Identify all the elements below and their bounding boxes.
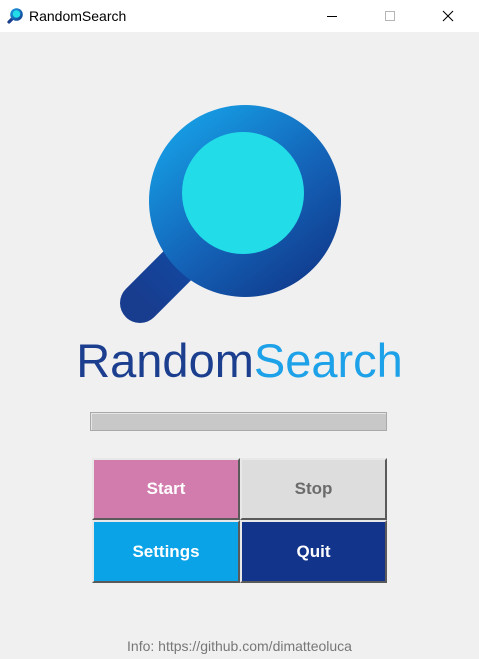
magnifier-logo-icon xyxy=(118,105,350,327)
maximize-button[interactable] xyxy=(367,0,413,32)
wordmark-random: Random xyxy=(76,334,254,387)
maximize-icon xyxy=(385,11,395,21)
magnifier-icon xyxy=(6,7,24,25)
minimize-button[interactable] xyxy=(309,0,355,32)
start-button[interactable]: Start xyxy=(92,458,240,520)
app-wordmark: RandomSearch xyxy=(0,334,479,388)
close-button[interactable] xyxy=(425,0,471,32)
minimize-icon xyxy=(327,16,337,17)
close-icon xyxy=(442,10,454,22)
settings-button[interactable]: Settings xyxy=(92,520,240,583)
quit-button[interactable]: Quit xyxy=(240,520,387,583)
info-text: Info: https://github.com/dimatteoluca xyxy=(127,638,352,654)
wordmark-search: Search xyxy=(253,334,403,387)
stop-button[interactable]: Stop xyxy=(240,458,387,520)
window-title: RandomSearch xyxy=(29,8,127,24)
progress-bar xyxy=(90,412,387,431)
title-bar[interactable]: RandomSearch xyxy=(0,0,479,32)
